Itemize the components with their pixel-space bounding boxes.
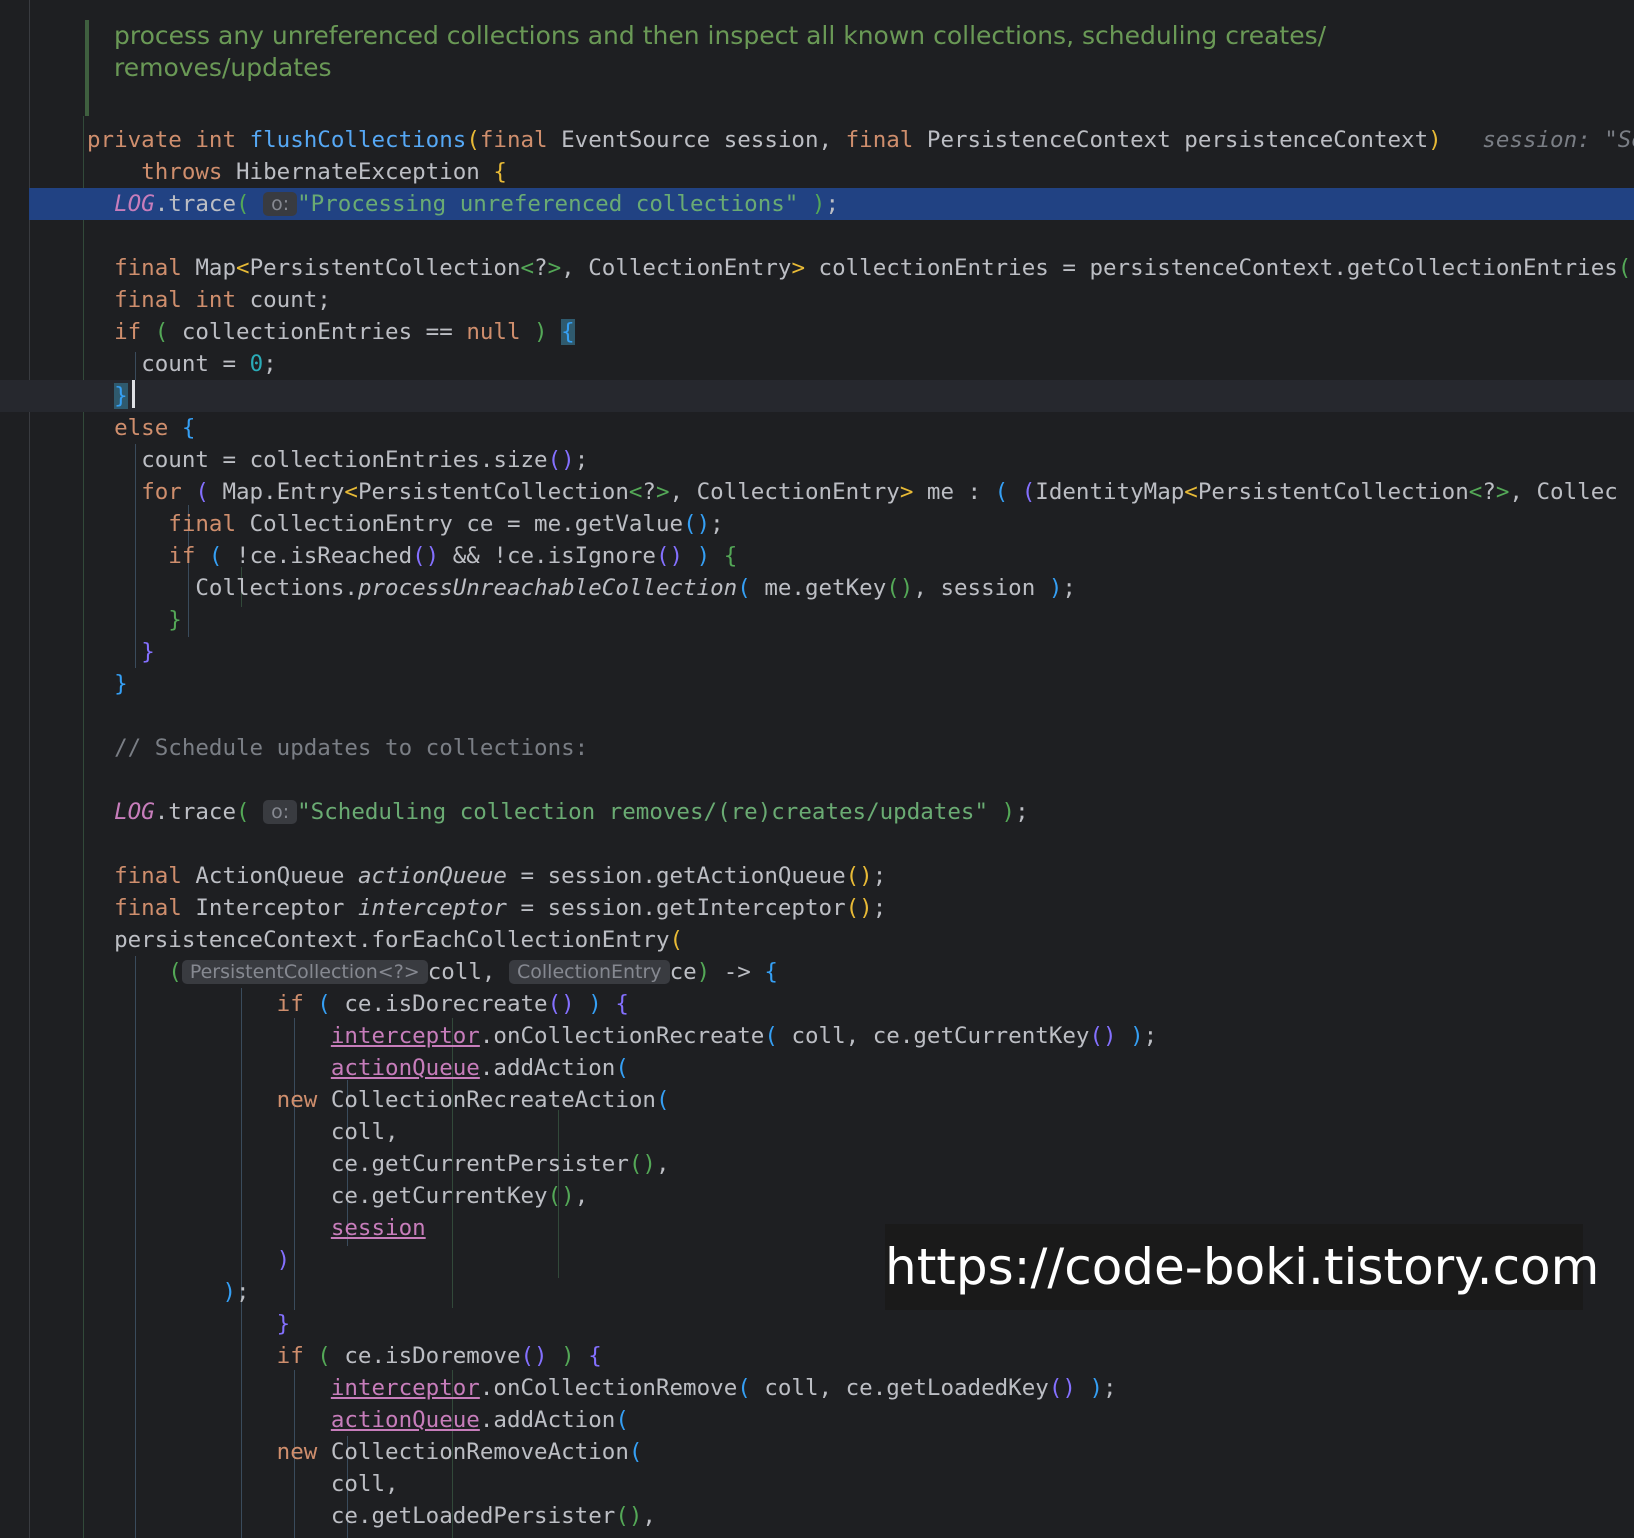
doc-comment-line: process any unreferenced collections and… [114,21,1327,50]
code-line[interactable]: if ( collectionEntries == null ) { [0,316,1634,348]
parameter-hint: o: [263,192,298,216]
code-line[interactable]: if ( ce.isDorecreate() ) { [0,988,1634,1020]
code-line[interactable]: coll, [0,1116,1634,1148]
code-line-comment[interactable]: // Schedule updates to collections: [0,732,1634,764]
type-hint: PersistentCollection<?> [181,960,428,984]
code-line[interactable]: final CollectionEntry ce = me.getValue()… [0,508,1634,540]
code-line[interactable]: for ( Map.Entry<PersistentCollection<?>,… [0,476,1634,508]
code-editor[interactable]: process any unreferenced collections and… [0,0,1634,1538]
type-hint: CollectionEntry [509,960,670,984]
code-line[interactable]: actionQueue.addAction( [0,1052,1634,1084]
code-line-highlighted[interactable]: LOG.trace( o: "Processing unreferenced co… [0,188,1634,220]
code-line-current[interactable]: } [0,380,1634,412]
code-line[interactable]: new CollectionRecreateAction( [0,1084,1634,1116]
code-line[interactable]: Collections.processUnreachableCollection… [0,572,1634,604]
code-line[interactable]: interceptor.onCollectionRemove( coll, ce… [0,1372,1634,1404]
code-line[interactable]: ce.getLoadedPersister(), [0,1500,1634,1532]
code-line[interactable]: } [0,636,1634,668]
text-caret [131,380,135,408]
code-line[interactable]: persistenceContext.forEachCollectionEntr… [0,924,1634,956]
code-line[interactable]: else { [0,412,1634,444]
doc-comment-line: removes/updates [114,53,332,82]
code-line[interactable]: ce.getCurrentPersister(), [0,1148,1634,1180]
code-line[interactable]: new CollectionRemoveAction( [0,1436,1634,1468]
code-line[interactable]: count = collectionEntries.size(); [0,444,1634,476]
code-line[interactable]: (PersistentCollection<?> coll, Collection… [0,956,1634,988]
method-name[interactable]: flushCollections [250,127,467,153]
code-line[interactable]: } [0,604,1634,636]
code-line[interactable]: final ActionQueue actionQueue = session.… [0,860,1634,892]
code-line[interactable]: if ( ce.isDoremove() ) { [0,1340,1634,1372]
code-line[interactable]: LOG.trace( o: "Scheduling collection remo… [0,796,1634,828]
code-line[interactable]: actionQueue.addAction( [0,1404,1634,1436]
doc-comment: process any unreferenced collections and… [85,20,1614,116]
inlay-hint: session: "Sess [1482,127,1634,153]
code-line[interactable]: } [0,1308,1634,1340]
code-line[interactable]: coll, [0,1468,1634,1500]
code-line[interactable]: if ( !ce.isReached() && !ce.isIgnore() )… [0,540,1634,572]
parameter-hint: o: [263,800,298,824]
watermark-url: https://code-boki.tistory.com [885,1224,1599,1310]
code-line[interactable]: final Map<PersistentCollection<?>, Colle… [0,252,1634,284]
code-line[interactable]: ce.getCurrentKey(), [0,1180,1634,1212]
code-line[interactable]: throws HibernateException { [0,156,1634,188]
code-line[interactable]: final int count; [0,284,1634,316]
code-line[interactable]: } [0,668,1634,700]
code-line[interactable]: final Interceptor interceptor = session.… [0,892,1634,924]
code-line[interactable]: interceptor.onCollectionRecreate( coll, … [0,1020,1634,1052]
code-line[interactable]: count = 0; [0,348,1634,380]
code-line-method-signature[interactable]: private int flushCollections(final Event… [0,124,1634,156]
